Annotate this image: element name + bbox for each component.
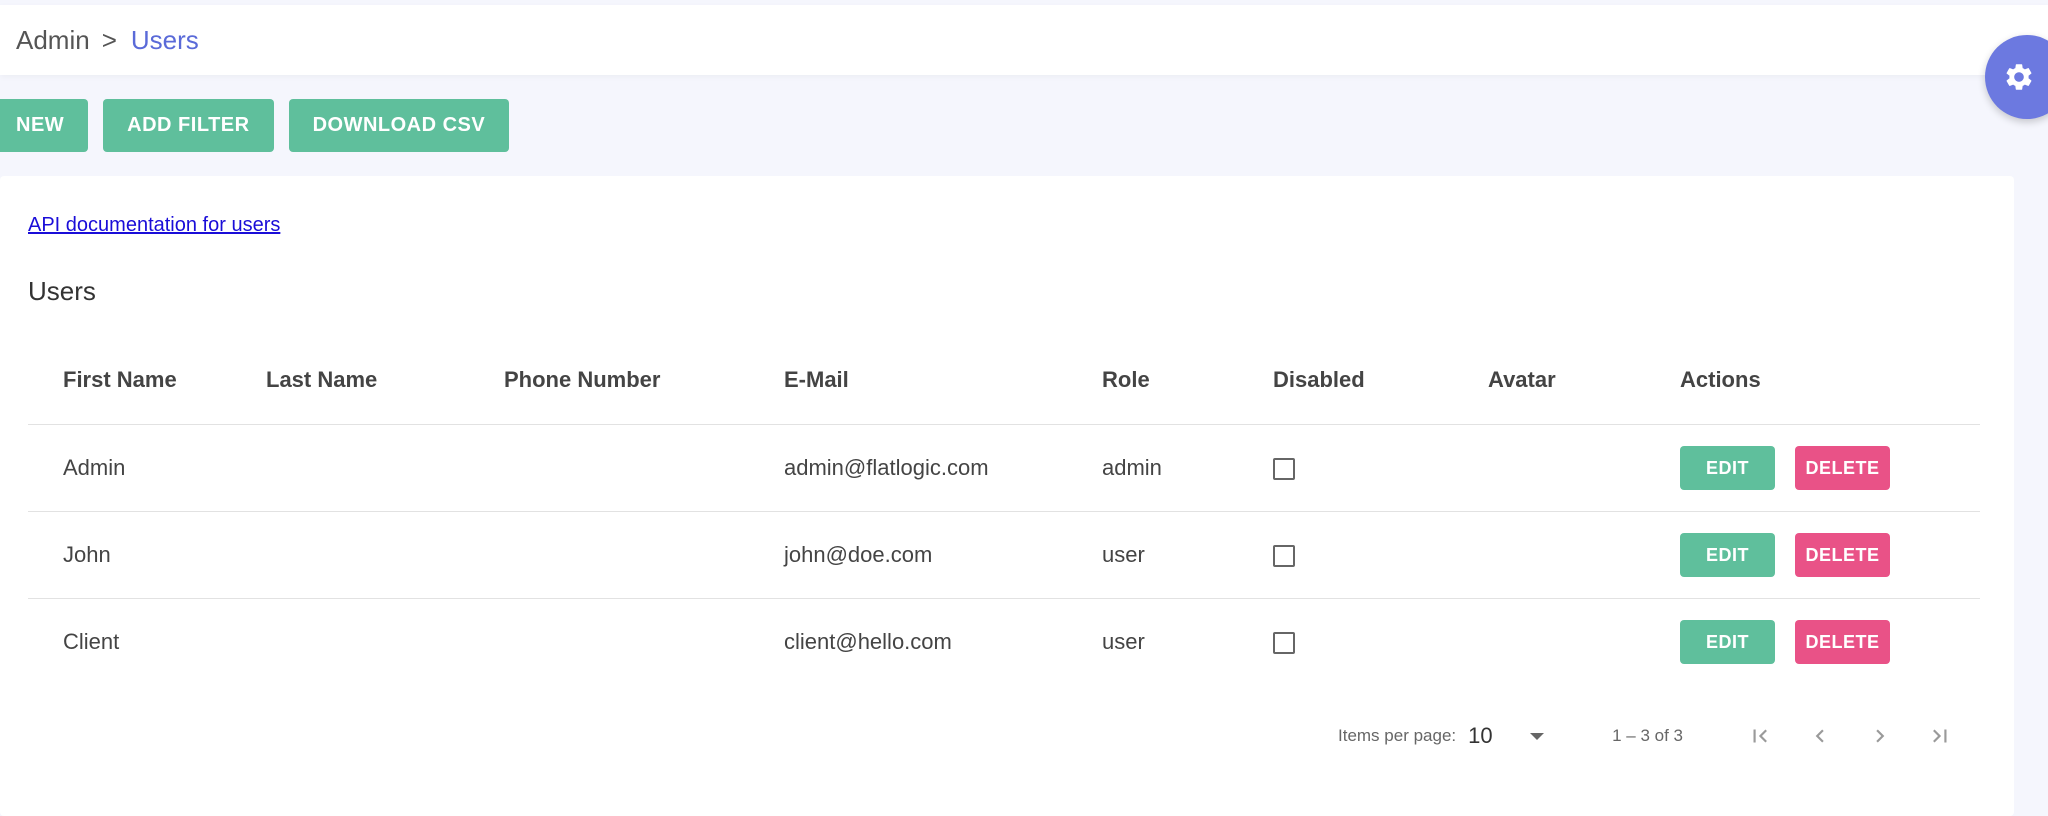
cell-first-name: John: [28, 511, 266, 599]
cell-avatar: [1488, 511, 1680, 599]
breadcrumb-separator: >: [101, 24, 117, 55]
download-csv-button[interactable]: DOWNLOAD CSV: [288, 99, 510, 152]
cell-avatar: [1488, 424, 1680, 512]
items-per-page-select[interactable]: 10: [1468, 723, 1518, 749]
delete-button[interactable]: DELETE: [1795, 446, 1890, 490]
last-page-button[interactable]: [1925, 721, 1955, 751]
cell-phone: [504, 599, 784, 686]
table-row: Client client@hello.com user EDIT DELETE: [28, 599, 1980, 686]
edit-button[interactable]: EDIT: [1680, 446, 1775, 490]
items-per-page-label: Items per page:: [1338, 726, 1457, 745]
breadcrumb: Admin > Users: [16, 25, 199, 56]
table-row: Admin admin@flatlogic.com admin EDIT DELE…: [28, 424, 1980, 512]
disabled-checkbox[interactable]: [1273, 632, 1295, 655]
paginator: Items per page: 10 1 – 3 of 3: [1338, 711, 1955, 761]
cell-actions: EDIT DELETE: [1680, 424, 1980, 512]
new-button[interactable]: NEW: [0, 99, 89, 152]
disabled-checkbox[interactable]: [1273, 458, 1295, 481]
add-filter-button[interactable]: ADD FILTER: [103, 99, 274, 152]
cell-role: user: [1102, 511, 1273, 599]
header-last-name[interactable]: Last Name: [266, 336, 504, 425]
edit-button[interactable]: EDIT: [1680, 620, 1775, 664]
header-phone-number[interactable]: Phone Number: [504, 336, 784, 425]
cell-last-name: [266, 511, 504, 599]
cell-actions: EDIT DELETE: [1680, 599, 1980, 686]
cell-phone: [504, 511, 784, 599]
top-bar: Admin > Users: [0, 5, 2048, 75]
header-role[interactable]: Role: [1102, 336, 1273, 425]
edit-button[interactable]: EDIT: [1680, 533, 1775, 577]
first-page-button[interactable]: [1745, 721, 1775, 751]
cell-actions: EDIT DELETE: [1680, 511, 1980, 599]
cell-phone: [504, 424, 784, 512]
cell-first-name: Admin: [28, 424, 266, 512]
dropdown-arrow-icon[interactable]: [1530, 732, 1545, 740]
disabled-checkbox[interactable]: [1273, 545, 1295, 568]
chevron-right-icon: [1876, 729, 1885, 743]
first-page-icon: [1753, 729, 1767, 743]
cell-role: admin: [1102, 424, 1273, 512]
cell-role: user: [1102, 629, 1145, 654]
header-email[interactable]: E-Mail: [784, 336, 1102, 425]
header-avatar[interactable]: Avatar: [1488, 336, 1680, 425]
cell-disabled: [1273, 511, 1488, 599]
breadcrumb-users: Users: [130, 24, 199, 55]
cell-last-name: [266, 599, 504, 686]
table-header-row: First Name Last Name Phone Number E-Mail…: [28, 336, 1980, 425]
cell-last-name: [266, 424, 504, 512]
cell-first-name: Client: [63, 629, 120, 654]
section-title: Users: [28, 276, 96, 306]
cell-avatar: [1488, 599, 1680, 686]
delete-button[interactable]: DELETE: [1795, 620, 1890, 664]
api-documentation-link[interactable]: API documentation for users: [28, 214, 280, 237]
chevron-left-icon: [1815, 729, 1824, 743]
users-table: First Name Last Name Phone Number E-Mail…: [28, 336, 1980, 685]
cell-email: admin@flatlogic.com: [784, 424, 1102, 512]
header-first-name[interactable]: First Name: [28, 336, 266, 425]
cell-disabled: [1273, 599, 1488, 686]
previous-page-button[interactable]: [1805, 721, 1835, 751]
cell-email: client@hello.com: [784, 629, 952, 654]
delete-button[interactable]: DELETE: [1795, 533, 1890, 577]
toolbar: NEW ADD FILTER DOWNLOAD CSV: [0, 99, 510, 152]
table-row: John john@doe.com user EDIT DELETE: [28, 511, 1980, 599]
cell-email: john@doe.com: [784, 511, 1102, 599]
header-actions: Actions: [1680, 336, 1980, 425]
gear-icon: [2006, 64, 2032, 90]
last-page-icon: [1933, 729, 1947, 743]
breadcrumb-admin[interactable]: Admin: [16, 25, 90, 56]
users-card: API documentation for users Users First …: [0, 176, 2014, 816]
header-disabled[interactable]: Disabled: [1273, 336, 1488, 425]
cell-disabled: [1273, 424, 1488, 512]
pagination-range: 1 – 3 of 3: [1612, 726, 1684, 745]
next-page-button[interactable]: [1865, 721, 1895, 751]
